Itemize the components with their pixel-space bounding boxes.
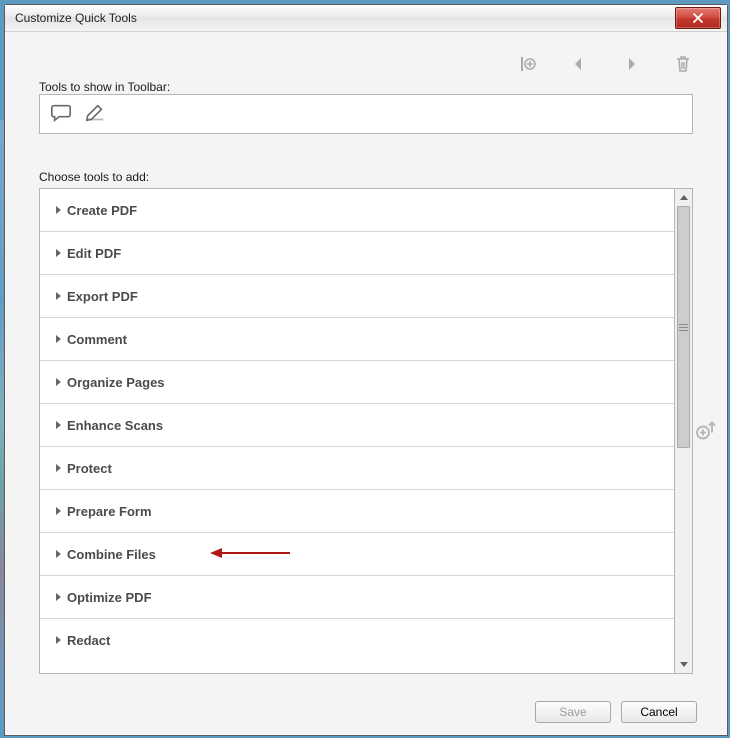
category-label: Combine Files	[67, 547, 156, 562]
scroll-thumb[interactable]	[677, 206, 690, 448]
dialog-footer: Save Cancel	[5, 688, 727, 736]
category-row[interactable]: Enhance Scans	[40, 404, 674, 447]
category-row[interactable]: Redact	[40, 619, 674, 661]
dialog-body: Tools to show in Toolbar: Choose tools t…	[5, 32, 727, 736]
category-label: Comment	[67, 332, 127, 347]
category-row[interactable]: Create PDF	[40, 189, 674, 232]
category-label: Prepare Form	[67, 504, 152, 519]
add-tool-up-button[interactable]	[695, 419, 717, 444]
chevron-right-icon	[56, 292, 61, 300]
annotation-arrow-icon	[210, 546, 290, 560]
chevron-right-icon	[56, 206, 61, 214]
scrollbar[interactable]	[675, 188, 693, 674]
category-row[interactable]: Prepare Form	[40, 490, 674, 533]
chevron-right-icon	[56, 507, 61, 515]
scroll-up-button[interactable]	[675, 189, 692, 206]
pencil-icon[interactable]	[84, 102, 106, 127]
dialog-window: Customize Quick Tools Tools to show in T…	[4, 4, 728, 736]
close-icon	[692, 13, 704, 23]
chevron-right-icon	[56, 636, 61, 644]
category-label: Organize Pages	[67, 375, 165, 390]
chevron-right-icon	[56, 249, 61, 257]
comment-icon[interactable]	[50, 102, 72, 127]
move-right-button[interactable]	[621, 54, 641, 74]
chevron-right-icon	[56, 593, 61, 601]
category-label: Protect	[67, 461, 112, 476]
chevron-right-icon	[56, 421, 61, 429]
category-row[interactable]: Comment	[40, 318, 674, 361]
chevron-right-icon	[56, 550, 61, 558]
category-row[interactable]: Optimize PDF	[40, 576, 674, 619]
category-label: Enhance Scans	[67, 418, 163, 433]
category-row[interactable]: Export PDF	[40, 275, 674, 318]
close-button[interactable]	[675, 7, 721, 29]
category-label: Optimize PDF	[67, 590, 152, 605]
chevron-right-icon	[56, 378, 61, 386]
category-row[interactable]: Protect	[40, 447, 674, 490]
scroll-down-button[interactable]	[675, 656, 692, 673]
toolbar-controls	[39, 50, 693, 78]
category-label: Create PDF	[67, 203, 137, 218]
titlebar[interactable]: Customize Quick Tools	[5, 5, 727, 32]
current-toolbar[interactable]	[39, 94, 693, 134]
category-label: Redact	[67, 633, 110, 648]
window-title: Customize Quick Tools	[15, 11, 137, 25]
tool-list-container: Create PDF Edit PDF Export PDF Comment Organ…	[39, 188, 693, 674]
delete-button[interactable]	[673, 54, 693, 74]
category-row[interactable]: Organize Pages	[40, 361, 674, 404]
cancel-button[interactable]: Cancel	[621, 701, 697, 723]
tool-category-list[interactable]: Create PDF Edit PDF Export PDF Comment Organ…	[39, 188, 675, 674]
chevron-right-icon	[56, 464, 61, 472]
category-label: Edit PDF	[67, 246, 121, 261]
category-label: Export PDF	[67, 289, 138, 304]
move-left-button[interactable]	[569, 54, 589, 74]
chevron-up-icon	[680, 195, 688, 200]
choose-label: Choose tools to add:	[39, 170, 693, 184]
category-row[interactable]: Combine Files	[40, 533, 674, 576]
chevron-down-icon	[680, 662, 688, 667]
toolbar-label: Tools to show in Toolbar:	[39, 80, 170, 94]
add-divider-button[interactable]	[517, 54, 537, 74]
save-button[interactable]: Save	[535, 701, 611, 723]
scroll-grip-icon	[679, 324, 688, 331]
chevron-right-icon	[56, 335, 61, 343]
category-row[interactable]: Edit PDF	[40, 232, 674, 275]
scroll-track[interactable]	[675, 206, 692, 656]
